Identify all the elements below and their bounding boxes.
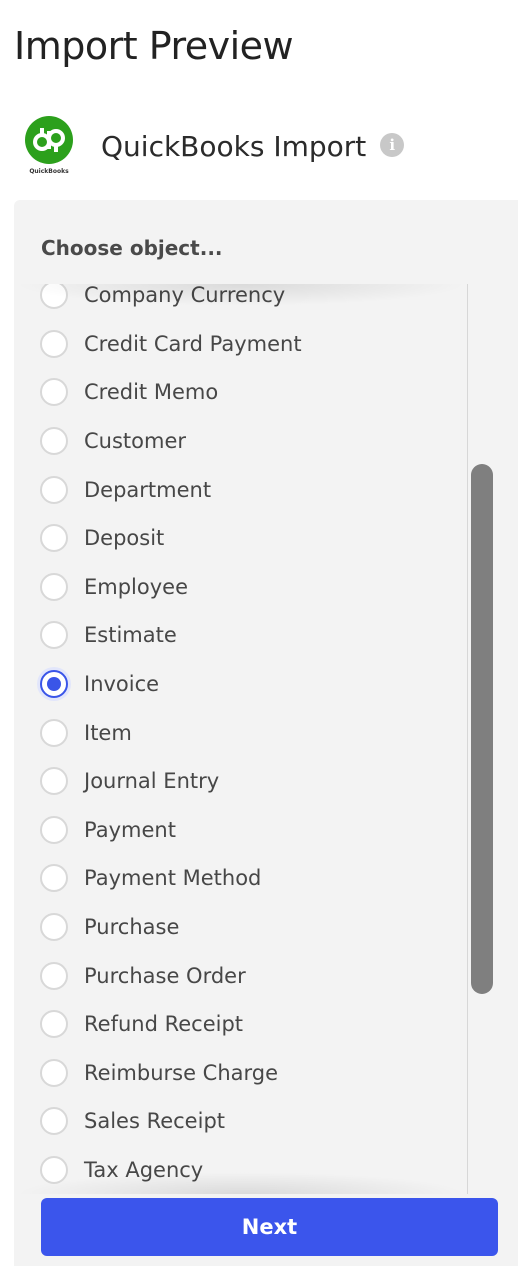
object-option[interactable]: Department [40, 465, 302, 514]
radio-button[interactable] [40, 572, 68, 601]
object-option[interactable]: Payment [40, 806, 302, 855]
object-option-label: Deposit [84, 526, 165, 551]
object-option[interactable]: Company Currency [40, 284, 302, 320]
object-option-label: Payment [84, 817, 176, 842]
object-option[interactable]: Tax Agency [40, 1146, 302, 1194]
radio-button[interactable] [40, 284, 68, 310]
scrollbar-thumb[interactable] [471, 464, 493, 994]
radio-button[interactable] [40, 1107, 68, 1136]
radio-button[interactable] [40, 767, 68, 796]
object-option[interactable]: Item [40, 708, 302, 757]
quickbooks-logo-wordmark: QuickBooks [29, 168, 69, 175]
radio-button[interactable] [40, 1010, 68, 1039]
object-option[interactable]: Credit Card Payment [40, 320, 302, 369]
object-option-label: Estimate [84, 623, 177, 648]
object-option[interactable]: Credit Memo [40, 368, 302, 417]
import-title: QuickBooks Import [101, 129, 367, 163]
radio-button-selected[interactable] [40, 670, 68, 699]
page-title: Import Preview [14, 24, 294, 68]
radio-button[interactable] [40, 718, 68, 747]
object-option-label: Credit Memo [84, 380, 219, 405]
object-option-label: Customer [84, 429, 187, 454]
object-option[interactable]: Employee [40, 563, 302, 612]
quickbooks-logo-icon [25, 116, 73, 164]
object-list: Company Currency Credit Card Payment Credi… [40, 284, 302, 1194]
object-option-label: Invoice [84, 672, 160, 697]
chooser-heading: Choose object... [41, 236, 223, 260]
object-option-label: Tax Agency [84, 1157, 204, 1182]
object-option[interactable]: Purchase Order [40, 951, 302, 1000]
object-option-label: Item [84, 720, 132, 745]
quickbooks-logo: QuickBooks [24, 116, 74, 178]
radio-button[interactable] [40, 913, 68, 942]
object-option-label: Payment Method [84, 866, 262, 891]
radio-button[interactable] [40, 378, 68, 407]
object-option[interactable]: Journal Entry [40, 757, 302, 806]
radio-button[interactable] [40, 427, 68, 456]
object-option-label: Sales Receipt [84, 1109, 226, 1134]
info-icon[interactable]: i [380, 133, 405, 157]
object-option-label: Purchase Order [84, 963, 246, 988]
scrollbar-track[interactable] [469, 284, 504, 1194]
object-option-label: Employee [84, 574, 189, 599]
radio-button[interactable] [40, 1058, 68, 1087]
object-option[interactable]: Payment Method [40, 854, 302, 903]
object-option[interactable]: Reimburse Charge [40, 1049, 302, 1098]
object-option[interactable]: Customer [40, 417, 302, 466]
object-option[interactable]: Estimate [40, 611, 302, 660]
object-option[interactable]: Deposit [40, 514, 302, 563]
object-chooser-panel: Choose object... Company Currency Credit … [14, 200, 518, 1266]
object-option-label: Purchase [84, 915, 180, 940]
radio-button[interactable] [40, 864, 68, 893]
radio-button[interactable] [40, 961, 68, 990]
next-button[interactable]: Next [41, 1198, 498, 1256]
radio-button[interactable] [40, 815, 68, 844]
object-option[interactable]: Invoice [40, 660, 302, 709]
object-option-label: Company Currency [84, 284, 286, 308]
radio-button[interactable] [40, 475, 68, 504]
object-list-viewport[interactable]: Company Currency Credit Card Payment Credi… [14, 284, 468, 1194]
radio-button[interactable] [40, 329, 68, 358]
object-option-label: Reimburse Charge [84, 1060, 279, 1085]
object-option[interactable]: Purchase [40, 903, 302, 952]
import-header: QuickBooks QuickBooks Import i [24, 114, 405, 180]
object-option[interactable]: Sales Receipt [40, 1097, 302, 1146]
radio-button[interactable] [40, 621, 68, 650]
radio-button[interactable] [40, 524, 68, 553]
object-option-label: Journal Entry [84, 769, 220, 794]
object-option-label: Department [84, 477, 212, 502]
object-option-label: Credit Card Payment [84, 331, 302, 356]
radio-button[interactable] [40, 1155, 68, 1184]
object-option-label: Refund Receipt [84, 1012, 244, 1037]
object-option[interactable]: Refund Receipt [40, 1000, 302, 1049]
